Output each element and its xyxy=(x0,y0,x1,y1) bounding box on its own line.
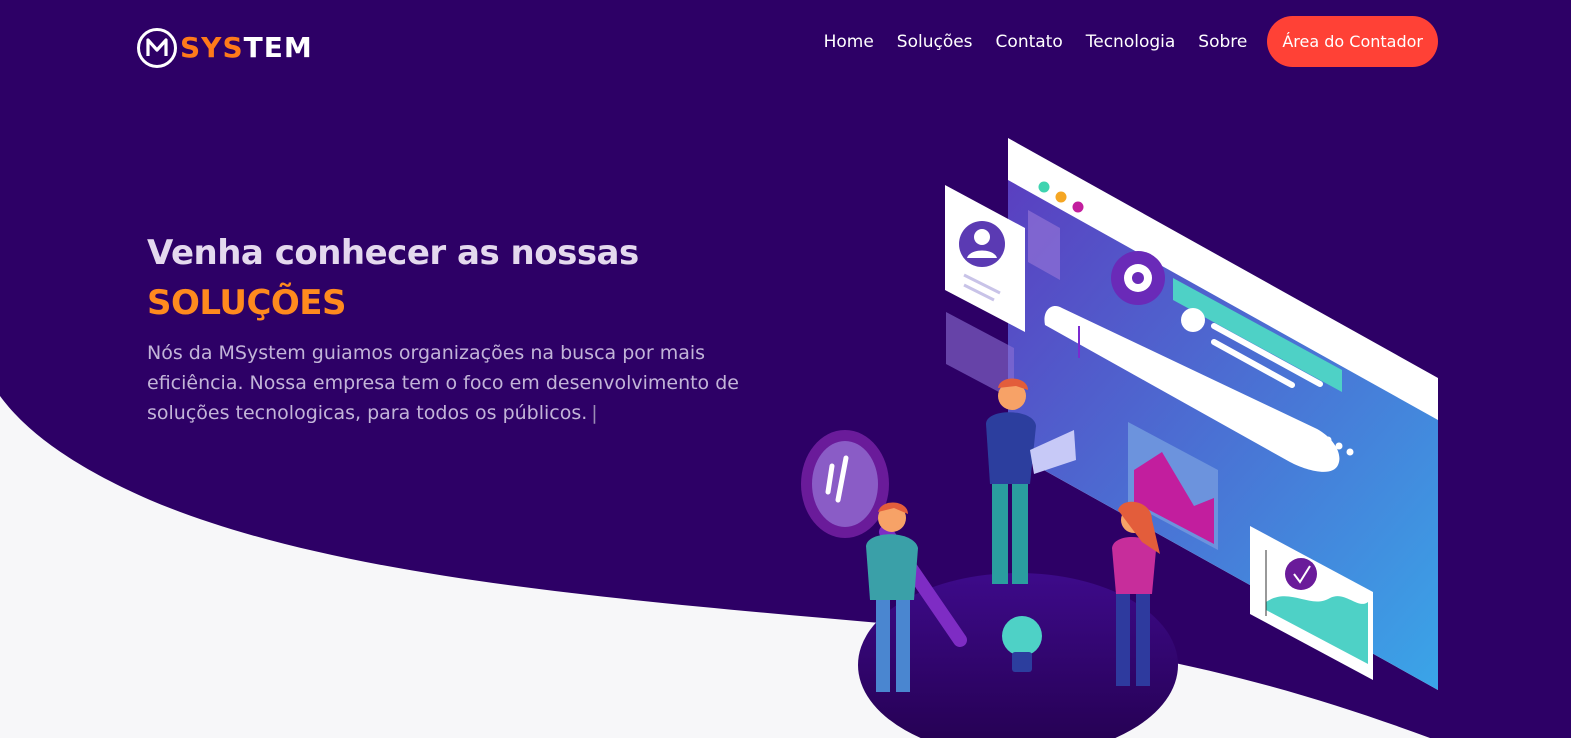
area-do-contador-button[interactable]: Área do Contador xyxy=(1267,16,1438,67)
nav-link-sobre[interactable]: Sobre xyxy=(1198,32,1247,52)
logo-m-icon xyxy=(137,28,177,68)
hero-title: Venha conhecer as nossas xyxy=(147,233,639,273)
gear-icon xyxy=(1111,251,1165,305)
typing-cursor: | xyxy=(591,402,598,424)
hero-description: Nós da MSystem guiamos organizações na b… xyxy=(147,338,777,428)
nav-link-contato[interactable]: Contato xyxy=(996,32,1063,52)
hero-illustration xyxy=(801,138,1438,738)
hero-description-text: Nós da MSystem guiamos organizações na b… xyxy=(147,342,739,424)
hero-highlight: SOLUÇÕES xyxy=(147,283,347,323)
nav-link-home[interactable]: Home xyxy=(824,32,874,52)
logo-text: SYSTEM xyxy=(180,34,313,62)
logo-text-tem: TEM xyxy=(243,31,313,64)
logo-text-sys: SYS xyxy=(180,31,244,64)
nav-link-solucoes[interactable]: Soluções xyxy=(897,32,973,52)
main-nav: Home Soluções Contato Tecnologia Sobre Á… xyxy=(801,16,1438,67)
nav-link-tecnologia[interactable]: Tecnologia xyxy=(1086,32,1176,52)
hero-section: Venha conhecer as nossas SOLUÇÕES Nós da… xyxy=(147,230,787,428)
logo[interactable]: SYSTEM xyxy=(136,27,313,69)
